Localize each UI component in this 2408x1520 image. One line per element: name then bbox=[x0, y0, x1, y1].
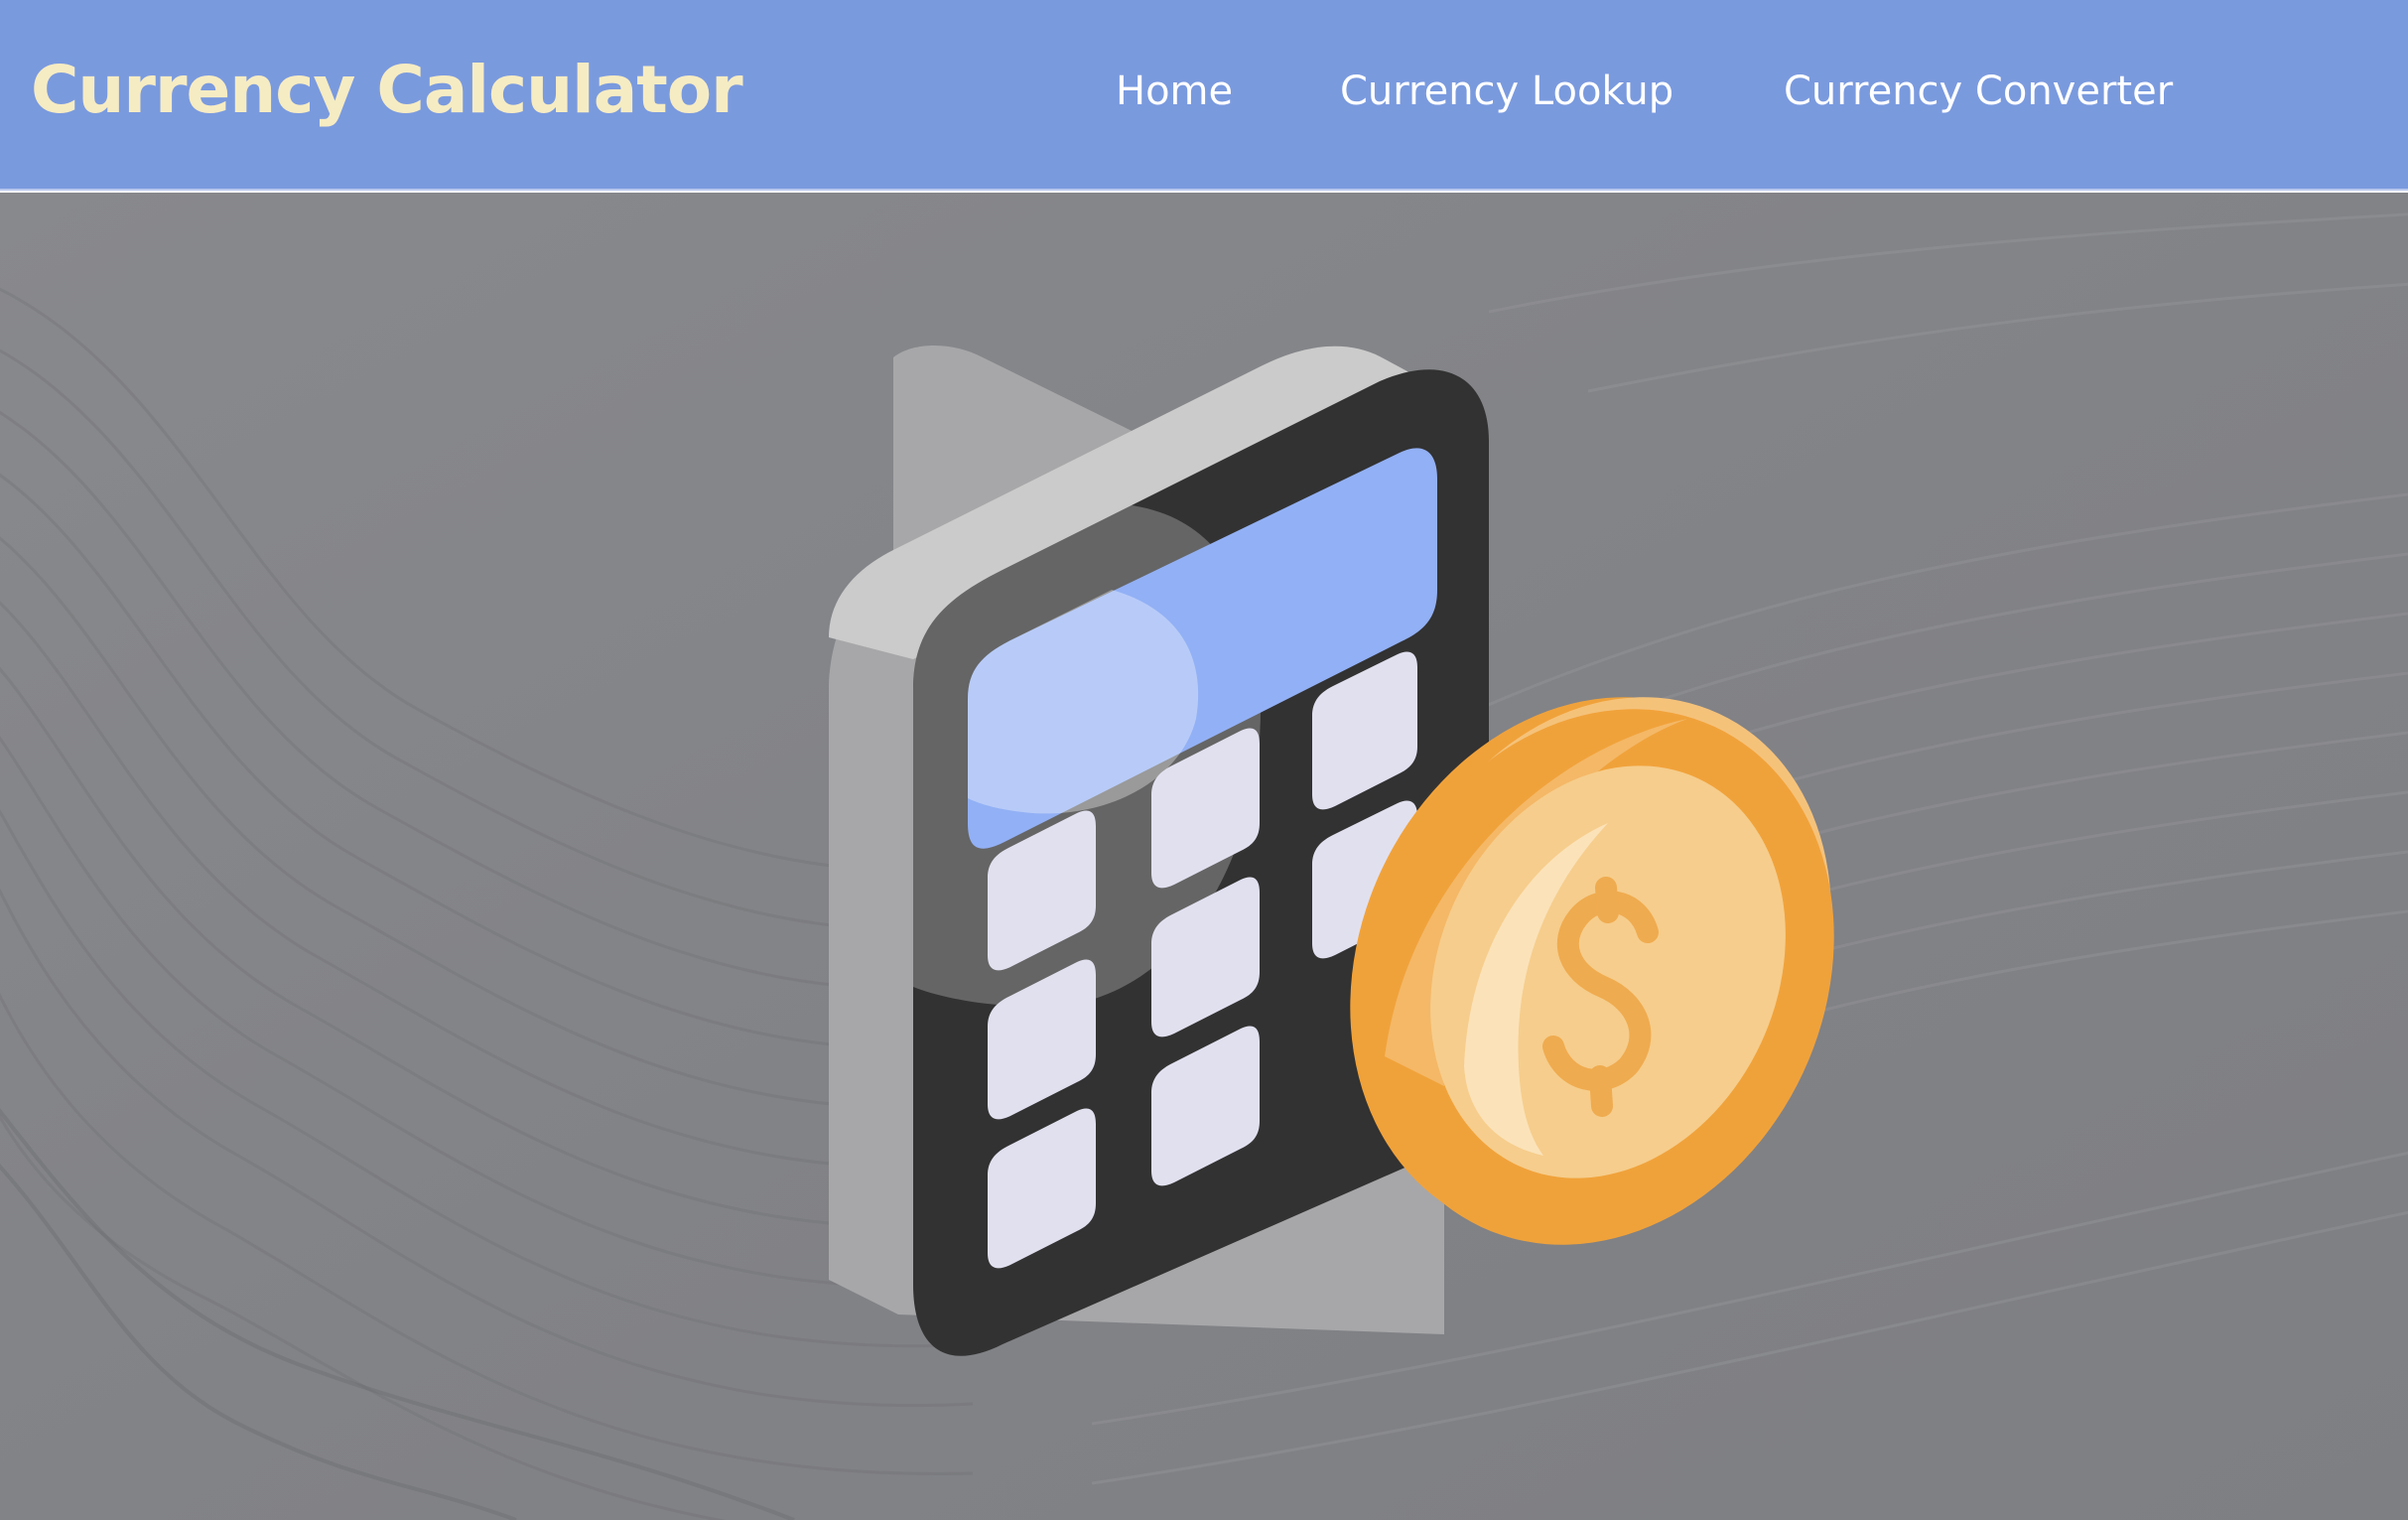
main-nav: Home Currency Lookup Currency Converter bbox=[0, 62, 2408, 121]
nav-link-home[interactable]: Home bbox=[1116, 62, 1233, 121]
nav-link-currency-converter[interactable]: Currency Converter bbox=[1784, 62, 2173, 121]
dollar-coin-icon bbox=[1350, 697, 1834, 1245]
nav-link-currency-lookup[interactable]: Currency Lookup bbox=[1340, 62, 1673, 121]
top-navbar: Currency Calculator Home Currency Lookup… bbox=[0, 0, 2408, 191]
hero-section bbox=[0, 193, 2408, 1520]
